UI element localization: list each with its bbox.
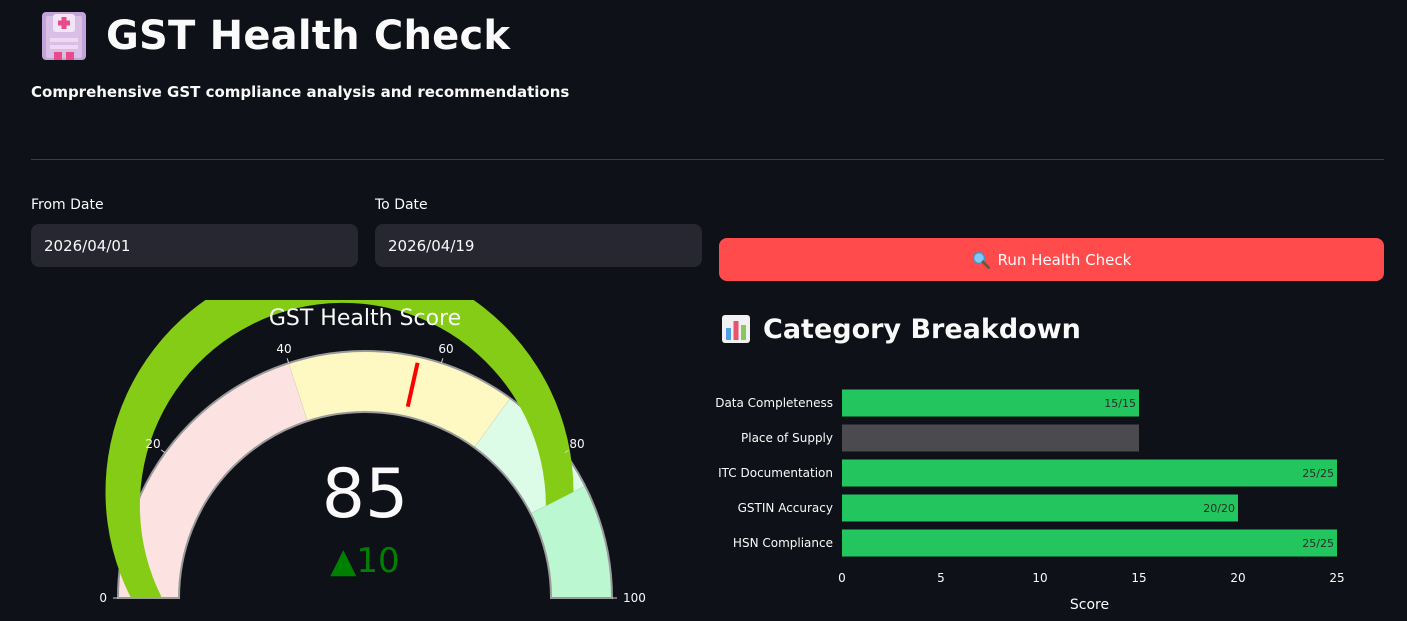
gauge-svg: 0 20 40 60 80 100 85 ▲10: [99, 300, 646, 605]
gauge-step-1: [288, 351, 511, 448]
from-date-label: From Date: [31, 197, 104, 213]
bar-chart-icon: [721, 314, 751, 344]
bar-data-label: 25/25: [1302, 467, 1334, 480]
category-label: HSN Compliance: [733, 536, 833, 550]
gauge-value: 85: [322, 455, 409, 534]
health-score-gauge: 0 20 40 60 80 100 85 ▲10 GST Health Score: [90, 300, 650, 621]
to-date-input[interactable]: [375, 224, 702, 267]
magnifier-icon: [972, 251, 990, 269]
bar-0: [842, 389, 1139, 417]
category-label: ITC Documentation: [718, 466, 833, 480]
to-date-label: To Date: [375, 197, 428, 213]
run-health-check-button[interactable]: Run Health Check: [719, 238, 1384, 281]
bar-3: [842, 494, 1238, 522]
bar-data-label: 15/15: [1104, 397, 1136, 410]
page-header: GST Health Check: [40, 8, 510, 64]
gauge-tick-label: 80: [569, 437, 584, 451]
page-subtitle: Comprehensive GST compliance analysis an…: [31, 83, 570, 101]
category-bar-chart: Data Completeness 15/15 Place of Supply ITC…: [715, 389, 1345, 613]
x-tick-label: 20: [1230, 571, 1245, 585]
category-breakdown-header: Category Breakdown: [721, 309, 1081, 349]
x-tick-label: 10: [1032, 571, 1047, 585]
category-label: Place of Supply: [741, 431, 833, 445]
x-tick-label: 5: [937, 571, 945, 585]
gauge-tick-label: 40: [276, 342, 291, 356]
x-axis-title: Score: [1070, 597, 1109, 613]
gauge-delta: ▲10: [330, 541, 399, 581]
gauge-title: GST Health Score: [268, 306, 462, 331]
gauge-tick-label: 0: [99, 591, 107, 605]
section-title: Category Breakdown: [763, 313, 1081, 345]
run-health-check-label: Run Health Check: [997, 250, 1132, 269]
x-tick-label: 15: [1131, 571, 1146, 585]
hospital-icon: [40, 10, 88, 62]
from-date-input[interactable]: [31, 224, 358, 267]
x-tick-label: 0: [838, 571, 846, 585]
category-label: Data Completeness: [715, 396, 833, 410]
category-label: GSTIN Accuracy: [738, 501, 833, 515]
x-tick-label: 25: [1329, 571, 1344, 585]
page-title: GST Health Check: [106, 13, 511, 59]
bar-2: [842, 459, 1337, 487]
bar-4: [842, 529, 1337, 557]
bar-data-label: 20/20: [1203, 502, 1235, 515]
divider: [31, 159, 1384, 160]
gauge-tick-label: 100: [623, 591, 646, 605]
bar-1: [842, 424, 1139, 452]
gauge-tick-label: 20: [145, 437, 160, 451]
gauge-tick-mark: [160, 449, 166, 454]
bar-data-label: 25/25: [1302, 537, 1334, 550]
gauge-tick-label: 60: [438, 342, 453, 356]
